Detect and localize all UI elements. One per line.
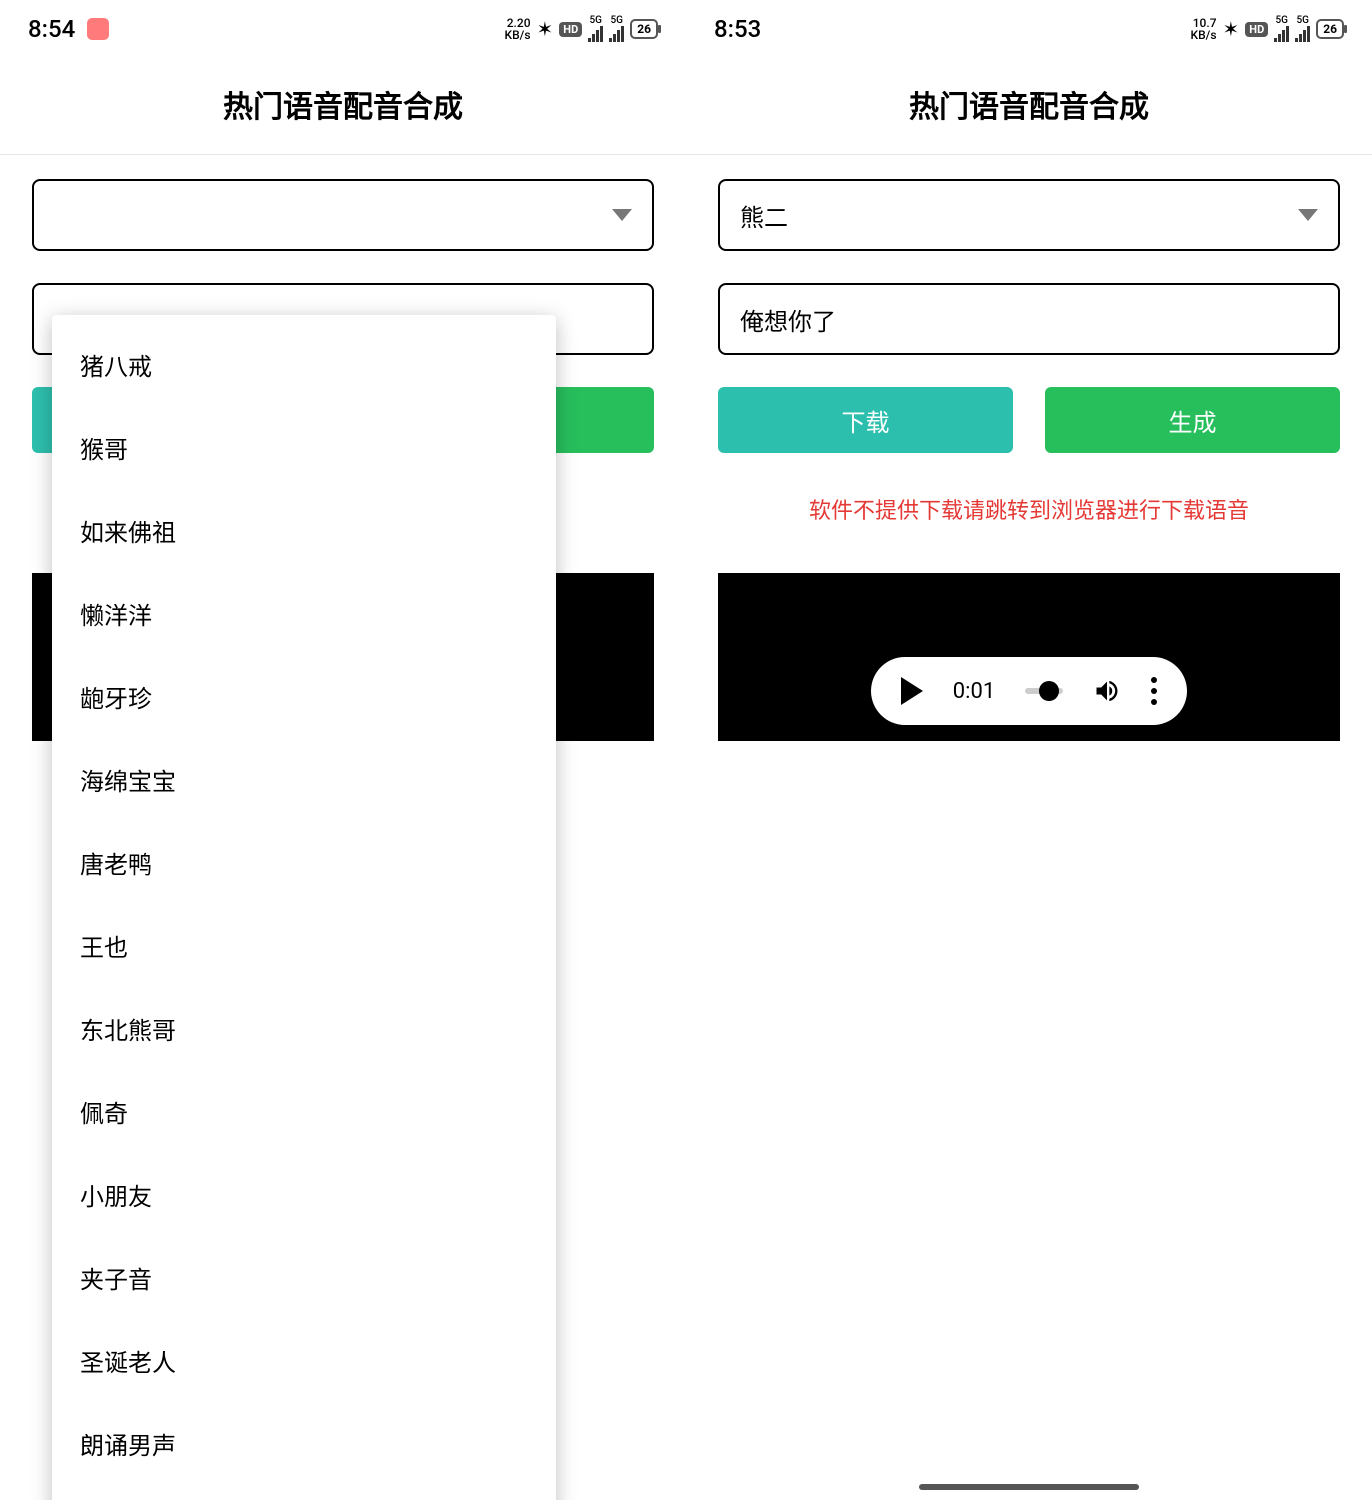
phone-left: 8:54 2.20 KB/s ✶ HD 5G 5G 26 热门语音配音合成 下载… — [0, 0, 686, 1500]
play-icon[interactable] — [901, 677, 923, 705]
signal-1: 5G — [1274, 16, 1289, 42]
dropdown-item[interactable]: 猴哥 — [52, 406, 556, 489]
input-value: 俺想你了 — [740, 302, 836, 337]
dropdown-item[interactable]: 龅牙珍 — [52, 655, 556, 738]
chevron-down-icon — [612, 209, 632, 221]
status-right: 2.20 KB/s ✶ HD 5G 5G 26 — [505, 16, 658, 42]
dropdown-item[interactable]: 猪八戒 — [52, 323, 556, 406]
status-bar: 8:53 10.7 KB/s ✶ HD 5G 5G 26 — [686, 0, 1372, 58]
status-left: 8:54 — [28, 15, 109, 43]
battery-icon: 26 — [630, 19, 658, 39]
dropdown-item[interactable]: 解说小帅 — [52, 1485, 556, 1500]
dropdown-item[interactable]: 懒洋洋 — [52, 572, 556, 655]
voice-dropdown: 猪八戒 猴哥 如来佛祖 懒洋洋 龅牙珍 海绵宝宝 唐老鸭 王也 东北熊哥 佩奇 … — [52, 315, 556, 1500]
phone-right: 8:53 10.7 KB/s ✶ HD 5G 5G 26 热门语音配音合成 熊二… — [686, 0, 1372, 1500]
hd-badge: HD — [1245, 22, 1268, 37]
clock: 8:53 — [714, 15, 761, 43]
playback-time: 0:01 — [953, 679, 995, 704]
volume-icon[interactable] — [1093, 677, 1121, 705]
content-area: 下载 生成 音 猪八戒 猴哥 如来佛祖 懒洋洋 龅牙珍 海绵宝宝 唐老鸭 王也 … — [0, 155, 686, 1500]
slider-thumb[interactable] — [1039, 681, 1059, 701]
voice-select[interactable]: 熊二 — [718, 179, 1340, 251]
audio-preview: 0:01 — [718, 573, 1340, 741]
dropdown-item[interactable]: 王也 — [52, 904, 556, 987]
audio-controls: 0:01 — [871, 657, 1187, 725]
dropdown-item[interactable]: 朗诵男声 — [52, 1402, 556, 1485]
network-speed: 10.7 KB/s — [1191, 17, 1217, 41]
notice-text: 软件不提供下载请跳转到浏览器进行下载语音 — [718, 493, 1340, 525]
dropdown-item[interactable]: 如来佛祖 — [52, 489, 556, 572]
network-speed: 2.20 KB/s — [505, 17, 531, 41]
button-row: 下载 生成 — [718, 387, 1340, 453]
seek-slider[interactable] — [1025, 688, 1063, 694]
page-title: 热门语音配音合成 — [0, 58, 686, 155]
more-icon[interactable] — [1151, 677, 1157, 705]
dropdown-item[interactable]: 东北熊哥 — [52, 987, 556, 1070]
signal-2: 5G — [1295, 16, 1310, 42]
status-right: 10.7 KB/s ✶ HD 5G 5G 26 — [1191, 16, 1344, 42]
status-left: 8:53 — [714, 15, 761, 43]
dropdown-item[interactable]: 小朋友 — [52, 1153, 556, 1236]
dropdown-item[interactable]: 夹子音 — [52, 1236, 556, 1319]
battery-icon: 26 — [1316, 19, 1344, 39]
select-value: 熊二 — [740, 198, 788, 233]
dropdown-item[interactable]: 海绵宝宝 — [52, 738, 556, 821]
dropdown-item[interactable]: 唐老鸭 — [52, 821, 556, 904]
content-area: 熊二 俺想你了 下载 生成 软件不提供下载请跳转到浏览器进行下载语音 0:01 — [686, 155, 1372, 1500]
signal-1: 5G — [588, 16, 603, 42]
signal-2: 5G — [609, 16, 624, 42]
status-bar: 8:54 2.20 KB/s ✶ HD 5G 5G 26 — [0, 0, 686, 58]
hd-badge: HD — [559, 22, 582, 37]
page-title: 热门语音配音合成 — [686, 58, 1372, 155]
bluetooth-icon: ✶ — [1223, 17, 1240, 41]
clock: 8:54 — [28, 15, 75, 43]
text-input[interactable]: 俺想你了 — [718, 283, 1340, 355]
dropdown-item[interactable]: 佩奇 — [52, 1070, 556, 1153]
voice-select[interactable] — [32, 179, 654, 251]
nav-handle[interactable] — [919, 1484, 1139, 1490]
bluetooth-icon: ✶ — [537, 17, 554, 41]
chevron-down-icon — [1298, 209, 1318, 221]
download-button[interactable]: 下载 — [718, 387, 1013, 453]
dropdown-item[interactable]: 圣诞老人 — [52, 1319, 556, 1402]
recording-icon — [87, 18, 109, 40]
generate-button[interactable]: 生成 — [1045, 387, 1340, 453]
